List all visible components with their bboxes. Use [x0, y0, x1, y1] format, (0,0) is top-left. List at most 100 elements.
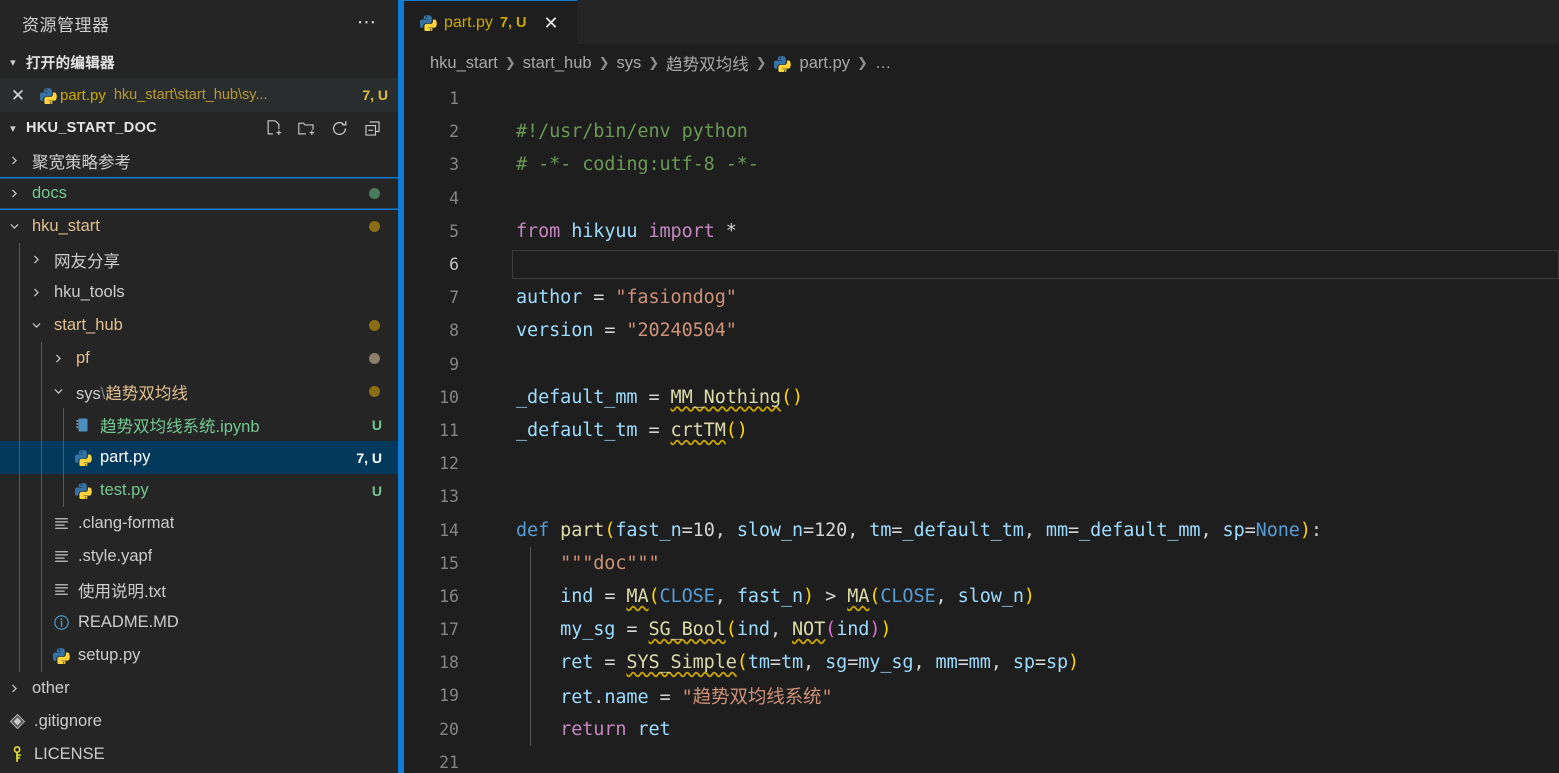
- tree-item-hku_start[interactable]: hku_start: [0, 210, 398, 243]
- chevron-right-icon[interactable]: [4, 155, 24, 166]
- chevron-right-icon[interactable]: [48, 353, 68, 364]
- indent-guide: [41, 606, 42, 639]
- editor-tab-bar: part.py 7, U ✕: [404, 0, 1559, 44]
- code-line[interactable]: 5 from hikyuu import *: [404, 215, 1559, 248]
- tree-item-pf[interactable]: pf: [0, 342, 398, 375]
- new-folder-icon[interactable]: [297, 119, 316, 138]
- tree-item-other[interactable]: other: [0, 672, 398, 705]
- code-line[interactable]: 4: [404, 182, 1559, 215]
- code-token: ,: [769, 619, 793, 641]
- chevron-down-icon[interactable]: [48, 386, 68, 397]
- open-editors-section-header[interactable]: ▾ 打开的编辑器: [0, 46, 398, 78]
- code-line[interactable]: 2 #!/usr/bin/env python: [404, 115, 1559, 148]
- tree-item-.clang-format[interactable]: .clang-format: [0, 507, 398, 540]
- code-editor[interactable]: 1 2 #!/usr/bin/env python 3 # -*- coding:utf…: [404, 82, 1559, 773]
- code-line[interactable]: 9: [404, 348, 1559, 381]
- open-editor-item-part-py[interactable]: ✕ part.py hku_start\start_hub\sy... 7, U: [0, 78, 398, 112]
- code-line[interactable]: 16 ind = MA(CLOSE, fast_n) > MA(CLOSE, s…: [404, 580, 1559, 613]
- indent-guide: [19, 375, 20, 408]
- code-line[interactable]: 14 def part(fast_n=10, slow_n=120, tm=_de…: [404, 513, 1559, 546]
- code-token: ,: [803, 652, 826, 674]
- info-file-icon: [48, 614, 74, 631]
- code-content: # -*- coding:utf-8 -*-: [501, 154, 1559, 175]
- line-number: 17: [439, 620, 459, 640]
- code-line[interactable]: 20 return ret: [404, 713, 1559, 746]
- code-token: ): [803, 585, 815, 607]
- new-file-icon[interactable]: [264, 119, 283, 138]
- tree-item-test.py[interactable]: test.py U: [0, 474, 398, 507]
- chevron-right-icon[interactable]: [4, 188, 24, 199]
- code-line[interactable]: 17 my_sg = SG_Bool(ind, NOT(ind)): [404, 613, 1559, 646]
- refresh-icon[interactable]: [330, 119, 349, 138]
- code-line[interactable]: 7 author = "fasiondog": [404, 281, 1559, 314]
- code-line[interactable]: 8 version = "20240504": [404, 314, 1559, 347]
- close-icon[interactable]: ✕: [0, 87, 36, 104]
- code-content: #!/usr/bin/env python: [501, 121, 1559, 142]
- code-line[interactable]: 15 """doc""": [404, 547, 1559, 580]
- tree-item-docs[interactable]: docs: [0, 177, 398, 210]
- line-number: 13: [439, 487, 459, 507]
- tree-item-readme.md[interactable]: README.MD: [0, 606, 398, 639]
- line-number: 10: [439, 387, 459, 407]
- code-line[interactable]: 18 ret = SYS_Simple(tm=tm, sg=my_sg, mm=…: [404, 646, 1559, 679]
- close-icon[interactable]: ✕: [539, 12, 564, 34]
- tree-item-setup.py[interactable]: setup.py: [0, 639, 398, 672]
- tree-item-sys[interactable]: sys\趋势双均线: [0, 375, 398, 408]
- tab-badge: 7, U: [499, 14, 527, 31]
- code-token: ): [736, 419, 748, 441]
- tree-item-license[interactable]: LICENSE: [0, 738, 398, 771]
- status-dot: [369, 188, 380, 199]
- code-content: ret.name = "趋势双均线系统": [501, 683, 1559, 709]
- tree-item-.style.yapf[interactable]: .style.yapf: [0, 540, 398, 573]
- collapse-all-icon[interactable]: [363, 119, 382, 138]
- code-token: (: [648, 585, 660, 607]
- workspace-section-header[interactable]: ▾ HKU_START_DOC: [0, 112, 398, 144]
- code-line[interactable]: 10 _default_mm = MM_Nothing(): [404, 381, 1559, 414]
- code-token: sg: [825, 652, 848, 674]
- breadcrumb-item[interactable]: 趋势双均线: [666, 51, 749, 75]
- code-content: from hikyuu import *: [501, 221, 1559, 242]
- breadcrumb-item[interactable]: …: [875, 54, 892, 73]
- tree-item-.gitignore[interactable]: .gitignore: [0, 705, 398, 738]
- code-token: # -*- coding:utf-8 -*-: [516, 154, 759, 176]
- chevron-down-icon[interactable]: [26, 320, 46, 331]
- editor-tab-part-py[interactable]: part.py 7, U ✕: [404, 0, 577, 44]
- breadcrumb-item[interactable]: hku_start: [430, 54, 498, 73]
- tree-item-.txt[interactable]: 使用说明.txt: [0, 573, 398, 606]
- ellipsis-icon[interactable]: ⋯: [351, 13, 384, 32]
- tree-item-[interactable]: 网友分享: [0, 243, 398, 276]
- line-number: 5: [449, 221, 459, 241]
- code-indent-guide: [530, 547, 531, 746]
- code-token: MA: [626, 585, 649, 607]
- code-token: (: [725, 619, 737, 641]
- explorer-title-bar: 资源管理器 ⋯: [0, 0, 398, 46]
- code-line[interactable]: 19 ret.name = "趋势双均线系统": [404, 679, 1559, 712]
- breadcrumb-separator: ❯: [598, 55, 610, 70]
- code-token: ,: [714, 519, 737, 541]
- code-line[interactable]: 11 _default_tm = crtTM(): [404, 414, 1559, 447]
- tree-item-part.py[interactable]: part.py 7, U: [0, 441, 398, 474]
- tree-item-.ipynb[interactable]: 趋势双均线系统.ipynb U: [0, 408, 398, 441]
- code-line[interactable]: 12: [404, 447, 1559, 480]
- code-line[interactable]: 13: [404, 480, 1559, 513]
- code-line[interactable]: 21: [404, 746, 1559, 773]
- code-line[interactable]: 1: [404, 82, 1559, 115]
- code-line[interactable]: 3 # -*- coding:utf-8 -*-: [404, 148, 1559, 181]
- chevron-right-icon[interactable]: [4, 683, 24, 694]
- tree-item-hku_tools[interactable]: hku_tools: [0, 276, 398, 309]
- code-line[interactable]: 6: [404, 248, 1559, 281]
- chevron-down-icon[interactable]: [4, 221, 24, 232]
- breadcrumb-item[interactable]: sys: [616, 54, 641, 73]
- breadcrumb-item[interactable]: start_hub: [523, 54, 592, 73]
- tree-item-start_hub[interactable]: start_hub: [0, 309, 398, 342]
- tree-item-[interactable]: 聚宽策略参考: [0, 144, 398, 177]
- breadcrumb-item[interactable]: part.py: [800, 54, 850, 73]
- line-number: 11: [439, 420, 459, 440]
- chevron-right-icon[interactable]: [26, 254, 46, 265]
- file-tree[interactable]: 聚宽策略参考 docs hku_start 网友分享 hku_tools start_hu…: [0, 144, 398, 773]
- chevron-right-icon[interactable]: [26, 287, 46, 298]
- tree-item-label: .style.yapf: [78, 547, 153, 565]
